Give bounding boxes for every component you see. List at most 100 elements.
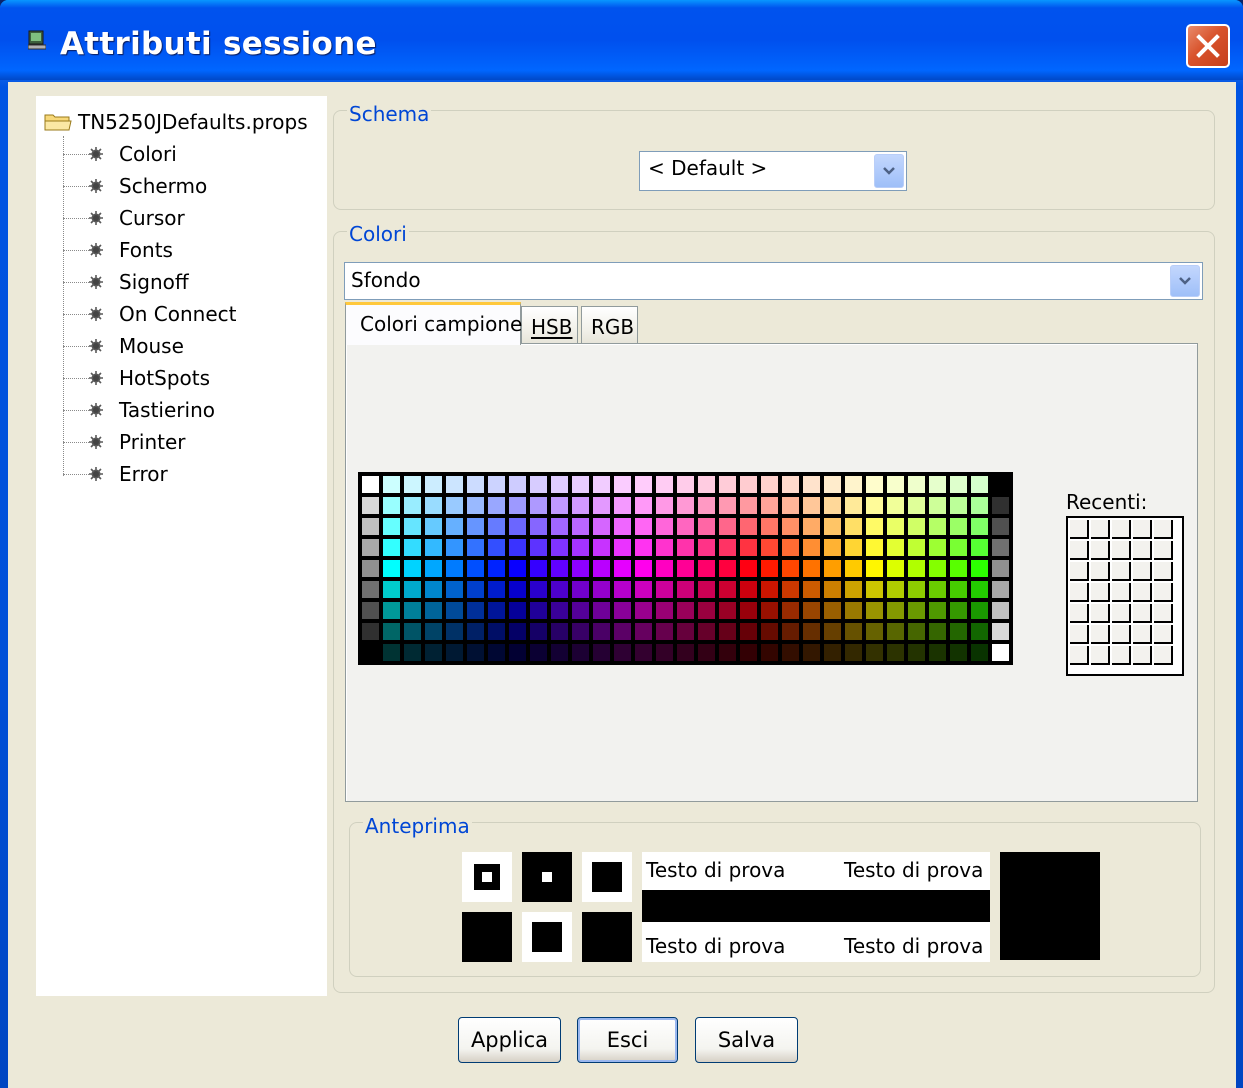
tree-item-fonts[interactable]: Fonts — [63, 235, 173, 265]
color-swatch[interactable] — [697, 643, 716, 662]
color-swatch[interactable] — [487, 538, 506, 557]
recent-swatch[interactable] — [1070, 562, 1089, 581]
color-swatch[interactable] — [781, 622, 800, 641]
color-swatch[interactable] — [802, 559, 821, 578]
color-swatch[interactable] — [361, 601, 380, 620]
color-swatch[interactable] — [802, 622, 821, 641]
color-swatch[interactable] — [718, 559, 737, 578]
color-swatch[interactable] — [991, 496, 1010, 515]
recent-swatch[interactable] — [1154, 520, 1173, 539]
title-bar[interactable]: Attributi sessione — [0, 0, 1243, 80]
color-swatch[interactable] — [403, 517, 422, 536]
color-swatch[interactable] — [907, 496, 926, 515]
save-button[interactable]: Salva — [695, 1017, 798, 1063]
color-swatch[interactable] — [886, 538, 905, 557]
color-swatch[interactable] — [781, 559, 800, 578]
color-swatch[interactable] — [991, 622, 1010, 641]
color-swatch[interactable] — [466, 601, 485, 620]
color-swatch[interactable] — [949, 559, 968, 578]
color-swatch[interactable] — [760, 580, 779, 599]
color-swatch[interactable] — [592, 601, 611, 620]
color-swatch[interactable] — [361, 580, 380, 599]
color-swatch[interactable] — [949, 643, 968, 662]
color-swatch[interactable] — [634, 496, 653, 515]
recent-swatch[interactable] — [1154, 625, 1173, 644]
tree-item-colori[interactable]: Colori — [63, 139, 177, 169]
color-swatch[interactable] — [466, 475, 485, 494]
color-swatch[interactable] — [655, 643, 674, 662]
color-swatch[interactable] — [928, 538, 947, 557]
color-swatch[interactable] — [529, 580, 548, 599]
color-swatch[interactable] — [991, 517, 1010, 536]
color-swatch[interactable] — [970, 496, 989, 515]
color-swatch[interactable] — [907, 559, 926, 578]
tree-item-on-connect[interactable]: On Connect — [63, 299, 236, 329]
color-swatch[interactable] — [739, 622, 758, 641]
color-swatch[interactable] — [508, 496, 527, 515]
color-swatch[interactable] — [781, 517, 800, 536]
color-swatch[interactable] — [718, 538, 737, 557]
color-swatch[interactable] — [361, 496, 380, 515]
color-swatch[interactable] — [571, 643, 590, 662]
color-swatch[interactable] — [655, 559, 674, 578]
color-swatch[interactable] — [865, 475, 884, 494]
color-swatch[interactable] — [781, 580, 800, 599]
tree-item-printer[interactable]: Printer — [63, 427, 186, 457]
color-swatch[interactable] — [760, 622, 779, 641]
color-swatch[interactable] — [382, 601, 401, 620]
color-target-dropdown-button[interactable] — [1170, 265, 1200, 297]
color-swatch[interactable] — [928, 580, 947, 599]
color-swatch[interactable] — [676, 496, 695, 515]
color-swatch[interactable] — [487, 475, 506, 494]
color-swatch[interactable] — [382, 475, 401, 494]
color-swatch[interactable] — [529, 538, 548, 557]
color-swatch[interactable] — [550, 643, 569, 662]
recent-swatch[interactable] — [1154, 541, 1173, 560]
color-swatch[interactable] — [571, 622, 590, 641]
color-swatch[interactable] — [508, 538, 527, 557]
color-swatch[interactable] — [676, 475, 695, 494]
recent-swatch[interactable] — [1133, 562, 1152, 581]
color-swatch[interactable] — [424, 622, 443, 641]
color-swatch[interactable] — [445, 643, 464, 662]
recent-swatch[interactable] — [1091, 604, 1110, 623]
recent-swatch[interactable] — [1112, 520, 1131, 539]
color-swatch[interactable] — [949, 580, 968, 599]
color-swatch[interactable] — [466, 622, 485, 641]
color-swatch[interactable] — [403, 622, 422, 641]
color-swatch[interactable] — [802, 517, 821, 536]
color-swatch[interactable] — [550, 538, 569, 557]
recent-swatch[interactable] — [1133, 625, 1152, 644]
recent-swatch[interactable] — [1070, 646, 1089, 665]
tree-item-cursor[interactable]: Cursor — [63, 203, 185, 233]
color-swatch[interactable] — [970, 601, 989, 620]
schema-dropdown-button[interactable] — [874, 154, 904, 188]
color-swatch[interactable] — [823, 559, 842, 578]
color-swatch[interactable] — [676, 643, 695, 662]
color-swatch[interactable] — [760, 559, 779, 578]
color-swatch[interactable] — [760, 517, 779, 536]
color-swatch[interactable] — [697, 622, 716, 641]
color-swatch[interactable] — [844, 580, 863, 599]
color-swatch[interactable] — [802, 580, 821, 599]
color-swatch[interactable] — [550, 496, 569, 515]
color-swatch[interactable] — [676, 580, 695, 599]
color-swatch[interactable] — [991, 601, 1010, 620]
recent-swatch[interactable] — [1070, 541, 1089, 560]
color-swatch[interactable] — [928, 622, 947, 641]
color-swatch[interactable] — [571, 559, 590, 578]
tree-item-signoff[interactable]: Signoff — [63, 267, 189, 297]
color-swatch[interactable] — [529, 622, 548, 641]
color-swatch[interactable] — [823, 517, 842, 536]
color-swatch[interactable] — [445, 538, 464, 557]
color-swatch[interactable] — [634, 643, 653, 662]
color-swatch[interactable] — [970, 643, 989, 662]
color-swatch[interactable] — [865, 601, 884, 620]
color-swatch[interactable] — [697, 559, 716, 578]
tree-item-mouse[interactable]: Mouse — [63, 331, 184, 361]
color-swatch[interactable] — [403, 643, 422, 662]
recent-swatch[interactable] — [1112, 583, 1131, 602]
color-swatch[interactable] — [676, 538, 695, 557]
color-swatch[interactable] — [361, 475, 380, 494]
color-swatch[interactable] — [424, 601, 443, 620]
